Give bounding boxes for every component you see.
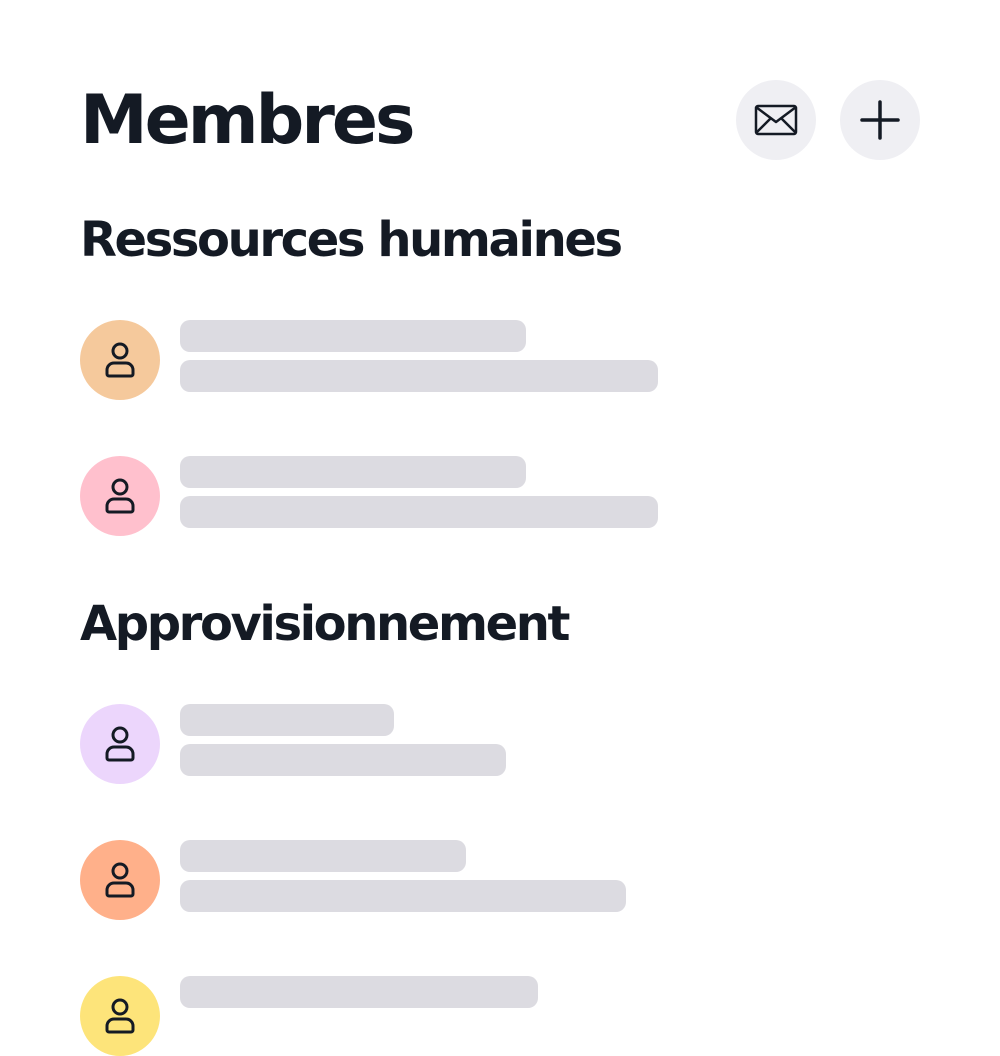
member-list-item[interactable]: [80, 704, 680, 784]
member-name-placeholder: [180, 456, 526, 488]
avatar: [80, 976, 160, 1056]
user-icon: [105, 998, 135, 1034]
member-detail-placeholder: [180, 880, 626, 912]
user-icon: [105, 342, 135, 378]
member-list-item[interactable]: [80, 976, 680, 1056]
add-member-button[interactable]: [840, 80, 920, 160]
member-detail-placeholder: [180, 744, 506, 776]
page-title: Membres: [80, 81, 415, 160]
invite-by-email-button[interactable]: [736, 80, 816, 160]
avatar: [80, 320, 160, 400]
section-title-ressources-humaines: Ressources humaines: [80, 212, 623, 268]
member-name-placeholder: [180, 320, 526, 352]
user-icon: [105, 726, 135, 762]
envelope-icon: [754, 104, 798, 136]
member-list-item[interactable]: [80, 456, 680, 536]
avatar: [80, 456, 160, 536]
member-list-item[interactable]: [80, 840, 680, 920]
member-name-placeholder: [180, 976, 538, 1008]
member-list-item[interactable]: [80, 320, 680, 400]
user-icon: [105, 478, 135, 514]
member-name-placeholder: [180, 704, 394, 736]
avatar: [80, 840, 160, 920]
member-detail-placeholder: [180, 496, 658, 528]
user-icon: [105, 862, 135, 898]
avatar: [80, 704, 160, 784]
section-title-approvisionnement: Approvisionnement: [80, 596, 570, 652]
member-name-placeholder: [180, 840, 466, 872]
member-detail-placeholder: [180, 360, 658, 392]
plus-icon: [860, 100, 900, 140]
